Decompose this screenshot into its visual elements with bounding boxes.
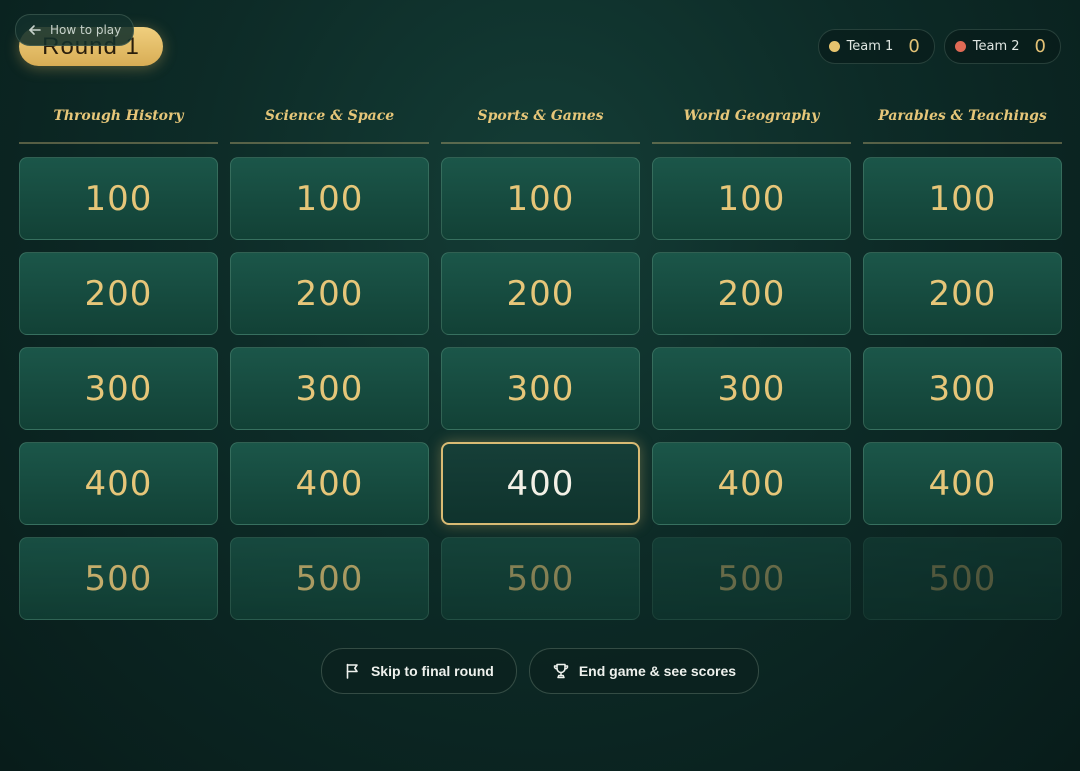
board-actions: Skip to final round End game & see score… — [0, 648, 1080, 694]
tile-world-geography-200[interactable]: 200 — [652, 252, 851, 335]
tile-through-history-300[interactable]: 300 — [19, 347, 218, 430]
tile-through-history-500[interactable]: 500 — [19, 537, 218, 620]
tile-world-geography-300[interactable]: 300 — [652, 347, 851, 430]
tile-through-history-100[interactable]: 100 — [19, 157, 218, 240]
tile-parables-teachings-300[interactable]: 300 — [863, 347, 1062, 430]
skip-label: Skip to final round — [370, 663, 494, 679]
team-2-score-pill[interactable]: Team 2 0 — [943, 29, 1061, 64]
how-to-play-button[interactable]: How to play — [15, 14, 135, 46]
tile-sports-games-400-selected[interactable]: 400 — [441, 442, 640, 525]
category-header: World Geography — [652, 89, 851, 144]
team-1-score: 0 — [908, 36, 920, 57]
team-1-name: Team 1 — [846, 39, 894, 54]
tile-sports-games-200[interactable]: 200 — [441, 252, 640, 335]
arrow-left-icon — [28, 23, 42, 37]
tile-world-geography-400[interactable]: 400 — [652, 442, 851, 525]
team-1-color-dot — [828, 41, 840, 52]
tile-science-space-100[interactable]: 100 — [230, 157, 429, 240]
how-to-play-label: How to play — [50, 23, 122, 37]
tile-through-history-200[interactable]: 200 — [19, 252, 218, 335]
tile-sports-games-500[interactable]: 500 — [441, 537, 640, 620]
tile-parables-teachings-200[interactable]: 200 — [863, 252, 1062, 335]
tile-science-space-500[interactable]: 500 — [230, 537, 429, 620]
tile-parables-teachings-100[interactable]: 100 — [863, 157, 1062, 240]
tile-parables-teachings-400[interactable]: 400 — [863, 442, 1062, 525]
tile-parables-teachings-500[interactable]: 500 — [863, 537, 1062, 620]
category-header: Sports & Games — [441, 89, 640, 144]
tile-sports-games-300[interactable]: 300 — [441, 347, 640, 430]
tile-science-space-200[interactable]: 200 — [230, 252, 429, 335]
skip-to-final-round-button[interactable]: Skip to final round — [320, 648, 517, 694]
flag-icon — [344, 662, 362, 680]
game-board: 100 100 100 100 100 200 200 200 200 200 … — [19, 157, 1062, 620]
category-header-row: Through History Science & Space Sports &… — [19, 89, 1062, 144]
tile-science-space-400[interactable]: 400 — [230, 442, 429, 525]
tile-sports-games-100[interactable]: 100 — [441, 157, 640, 240]
tile-world-geography-100[interactable]: 100 — [652, 157, 851, 240]
category-header: Through History — [19, 89, 218, 144]
tile-through-history-400[interactable]: 400 — [19, 442, 218, 525]
team-1-score-pill[interactable]: Team 1 0 — [817, 29, 935, 64]
trophy-icon — [552, 662, 570, 680]
end-game-label: End game & see scores — [578, 663, 737, 679]
end-game-button[interactable]: End game & see scores — [528, 648, 760, 694]
team-2-score: 0 — [1034, 36, 1046, 57]
tile-science-space-300[interactable]: 300 — [230, 347, 429, 430]
team-scores: Team 1 0 Team 2 0 — [817, 29, 1061, 64]
tile-world-geography-500[interactable]: 500 — [652, 537, 851, 620]
category-header: Parables & Teachings — [863, 89, 1062, 144]
category-header: Science & Space — [230, 89, 429, 144]
team-2-name: Team 2 — [972, 39, 1020, 54]
team-2-color-dot — [954, 41, 966, 52]
